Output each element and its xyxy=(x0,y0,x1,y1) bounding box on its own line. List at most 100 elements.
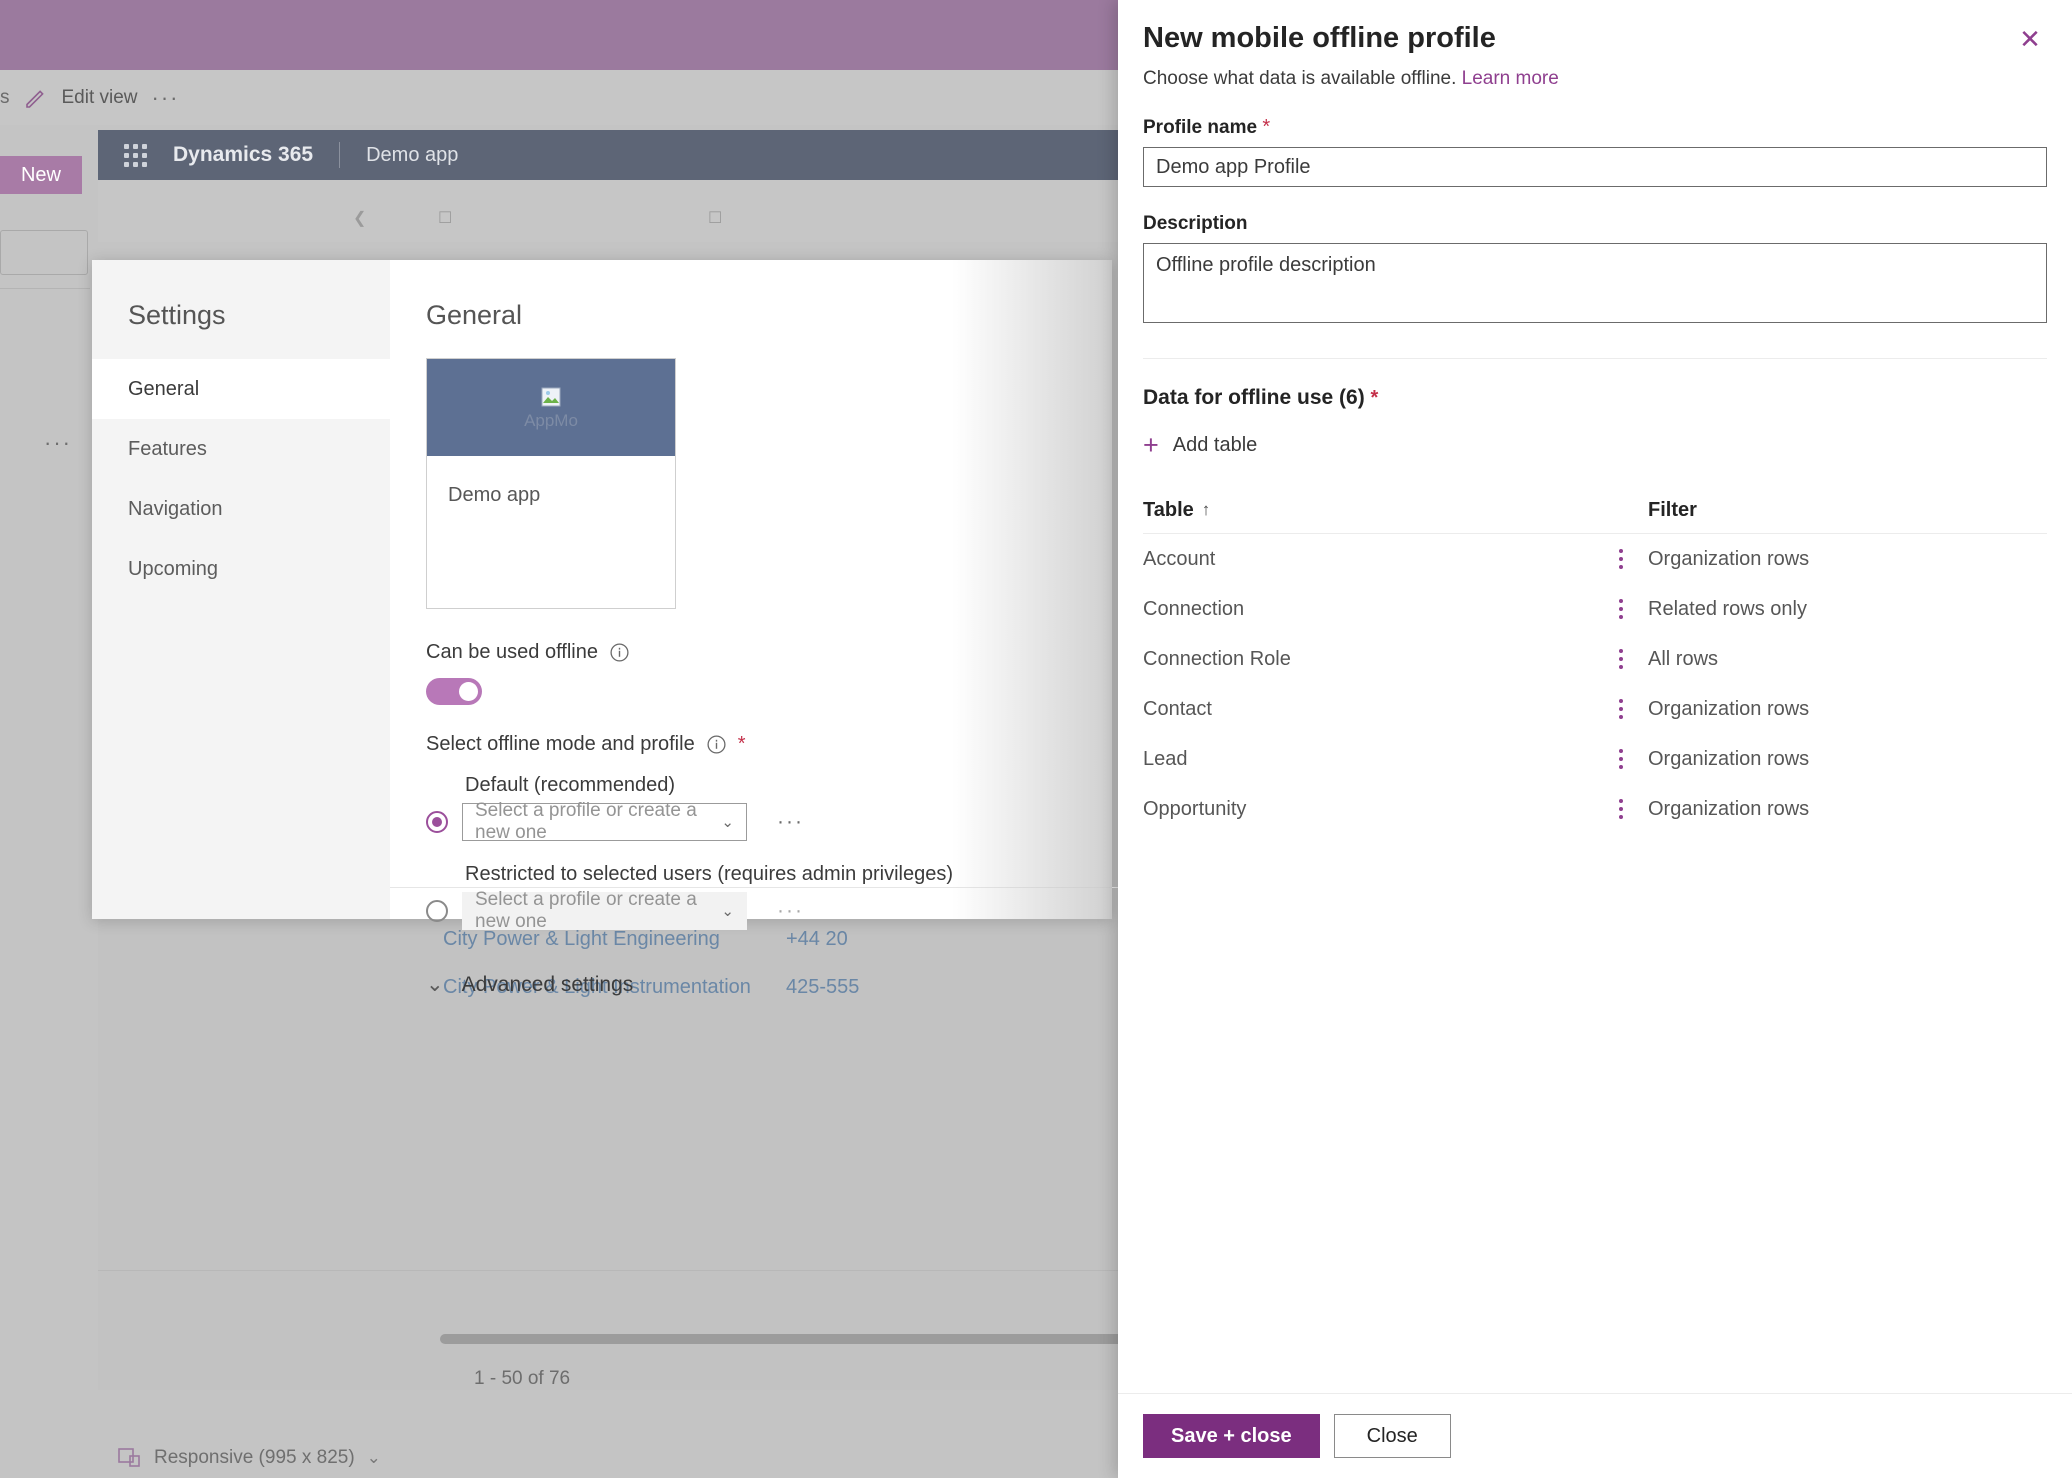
offline-mode-radio-group: Default (recommended) Select a profile o… xyxy=(426,774,1112,932)
can-be-used-offline-text: Can be used offline xyxy=(426,641,598,663)
status-bar: Responsive (995 x 825) ⌄ xyxy=(90,1438,1118,1478)
table-row[interactable]: Opportunity Organization rows xyxy=(1143,784,2047,834)
cell-table-name: Connection Role xyxy=(1143,647,1291,670)
cell-filter: Organization rows xyxy=(1648,547,1810,570)
plus-icon: + xyxy=(1143,430,1159,460)
table-row[interactable]: Connection Role All rows xyxy=(1143,634,2047,684)
save-and-close-button[interactable]: Save + close xyxy=(1143,1414,1320,1458)
default-profile-combobox[interactable]: Select a profile or create a new one ⌄ xyxy=(462,800,747,843)
sidebar-item-navigation[interactable]: Navigation xyxy=(92,479,390,539)
settings-title: Settings xyxy=(128,300,226,330)
panel-subtitle: Choose what data is available offline. L… xyxy=(1143,68,2047,90)
default-profile-placeholder: Select a profile or create a new one xyxy=(475,800,697,843)
radio-restricted[interactable] xyxy=(426,900,448,922)
app-thumbnail: AppMo xyxy=(427,359,675,456)
cell-table-name: Account xyxy=(1143,547,1216,570)
chevron-down-icon: ⌄ xyxy=(426,973,444,996)
column-header-table[interactable]: Table ↑ xyxy=(1143,499,1583,522)
responsive-icon xyxy=(118,1448,142,1468)
background-command-bar: ❮ ☐ ☐ ☍ ▢ xyxy=(98,180,1363,242)
settings-sidebar: Settings General Features Navigation Upc… xyxy=(92,260,390,919)
toolbar-truncated-label: s xyxy=(0,86,10,108)
cell-table-name: Lead xyxy=(1143,747,1188,770)
advanced-settings-label: Advanced settings xyxy=(461,972,634,996)
cell-table-name: Opportunity xyxy=(1143,797,1247,820)
advanced-settings-toggle[interactable]: ⌄ Advanced settings xyxy=(426,972,1112,997)
app-card-name: Demo app xyxy=(448,484,541,506)
can-be-used-offline-label: Can be used offline xyxy=(426,641,1112,664)
cell-table-name: Contact xyxy=(1143,697,1212,720)
close-button[interactable]: Close xyxy=(1333,1414,1451,1458)
info-icon[interactable] xyxy=(610,643,629,662)
chevron-down-icon: ⌄ xyxy=(721,814,734,831)
required-asterisk: * xyxy=(737,733,746,755)
row-menu-icon[interactable] xyxy=(1593,649,1648,669)
info-icon[interactable] xyxy=(707,735,726,754)
column-header-table-label: Table xyxy=(1143,498,1194,521)
row-menu-icon[interactable] xyxy=(1593,699,1648,719)
sidebar-item-general[interactable]: General xyxy=(92,359,390,419)
section-divider xyxy=(1143,358,2047,359)
offline-mode-label: Select offline mode and profile * xyxy=(426,733,1112,756)
panel-footer: Save + close Close xyxy=(1118,1393,2072,1478)
restricted-profile-overflow-icon: ··· xyxy=(777,899,804,922)
profile-name-label-text: Profile name xyxy=(1143,117,1258,138)
edit-view-button[interactable]: Edit view xyxy=(62,87,138,109)
list-row-divider xyxy=(98,1270,1118,1271)
column-header-filter[interactable]: Filter xyxy=(1648,499,1697,522)
app-preview-card: AppMo Demo app xyxy=(426,358,676,609)
profile-name-input[interactable] xyxy=(1143,147,2047,187)
waffle-icon[interactable] xyxy=(124,143,147,167)
left-overflow-icon[interactable]: ··· xyxy=(44,430,72,456)
row-menu-icon[interactable] xyxy=(1593,549,1648,569)
cell-filter: All rows xyxy=(1648,647,1719,670)
row-menu-icon[interactable] xyxy=(1593,799,1648,819)
default-option-label: Default (recommended) xyxy=(465,774,676,796)
table-row[interactable]: Contact Organization rows xyxy=(1143,684,2047,734)
restricted-profile-combobox: Select a profile or create a new one ⌄ xyxy=(462,889,747,932)
sort-ascending-icon: ↑ xyxy=(1201,500,1211,519)
dynamics-app-bar: Dynamics 365 Demo app xyxy=(98,130,1118,180)
panel-subtitle-text: Choose what data is available offline. xyxy=(1143,68,1457,89)
left-divider xyxy=(0,288,90,289)
offline-mode-text: Select offline mode and profile xyxy=(426,733,695,755)
row-menu-icon[interactable] xyxy=(1593,749,1648,769)
required-asterisk: * xyxy=(1262,116,1271,138)
cell-filter: Organization rows xyxy=(1648,697,1810,720)
table-row[interactable]: Lead Organization rows xyxy=(1143,734,2047,784)
list-item-phone: +44 20 xyxy=(786,928,848,950)
can-be-used-offline-toggle[interactable] xyxy=(426,678,482,705)
required-asterisk: * xyxy=(1370,387,1379,409)
new-button[interactable]: New xyxy=(0,156,82,194)
responsive-size-label[interactable]: Responsive (995 x 825) xyxy=(154,1447,355,1469)
learn-more-link[interactable]: Learn more xyxy=(1462,68,1559,89)
app-name: Demo app xyxy=(366,143,459,166)
pencil-icon xyxy=(24,86,48,110)
background-toolbar: s Edit view ··· xyxy=(0,70,1118,125)
description-textarea[interactable] xyxy=(1143,243,2047,323)
table-row[interactable]: Account Organization rows xyxy=(1143,534,2047,584)
chevron-down-icon: ⌄ xyxy=(721,903,734,920)
table-header-row: Table ↑ Filter xyxy=(1143,487,2047,533)
data-for-offline-use-title: Data for offline use (6) * xyxy=(1143,386,2047,410)
panel-title: New mobile offline profile xyxy=(1143,22,1496,54)
settings-dialog: Settings General Features Navigation Upc… xyxy=(92,260,1140,996)
row-menu-icon[interactable] xyxy=(1593,599,1648,619)
radio-default[interactable] xyxy=(426,811,448,833)
search-input[interactable] xyxy=(0,230,88,275)
data-section-title-text: Data for offline use (6) xyxy=(1143,386,1365,409)
restricted-option-label: Restricted to selected users (requires a… xyxy=(465,863,953,885)
add-table-button[interactable]: + Add table xyxy=(1143,432,2047,459)
sidebar-item-upcoming[interactable]: Upcoming xyxy=(92,539,390,599)
sidebar-item-features[interactable]: Features xyxy=(92,419,390,479)
profile-name-label: Profile name * xyxy=(1143,116,1270,139)
default-profile-overflow-icon[interactable]: ··· xyxy=(777,810,804,834)
table-row[interactable]: Connection Related rows only xyxy=(1143,584,2047,634)
chevron-down-icon[interactable]: ⌄ xyxy=(367,1448,381,1468)
toolbar-overflow-icon[interactable]: ··· xyxy=(152,86,180,108)
product-name: Dynamics 365 xyxy=(173,143,314,166)
close-icon[interactable]: ✕ xyxy=(2013,22,2047,56)
new-mobile-offline-profile-panel: New mobile offline profile ✕ Choose what… xyxy=(1118,0,2072,1478)
cell-table-name: Connection xyxy=(1143,597,1245,620)
cell-filter: Organization rows xyxy=(1648,747,1810,770)
